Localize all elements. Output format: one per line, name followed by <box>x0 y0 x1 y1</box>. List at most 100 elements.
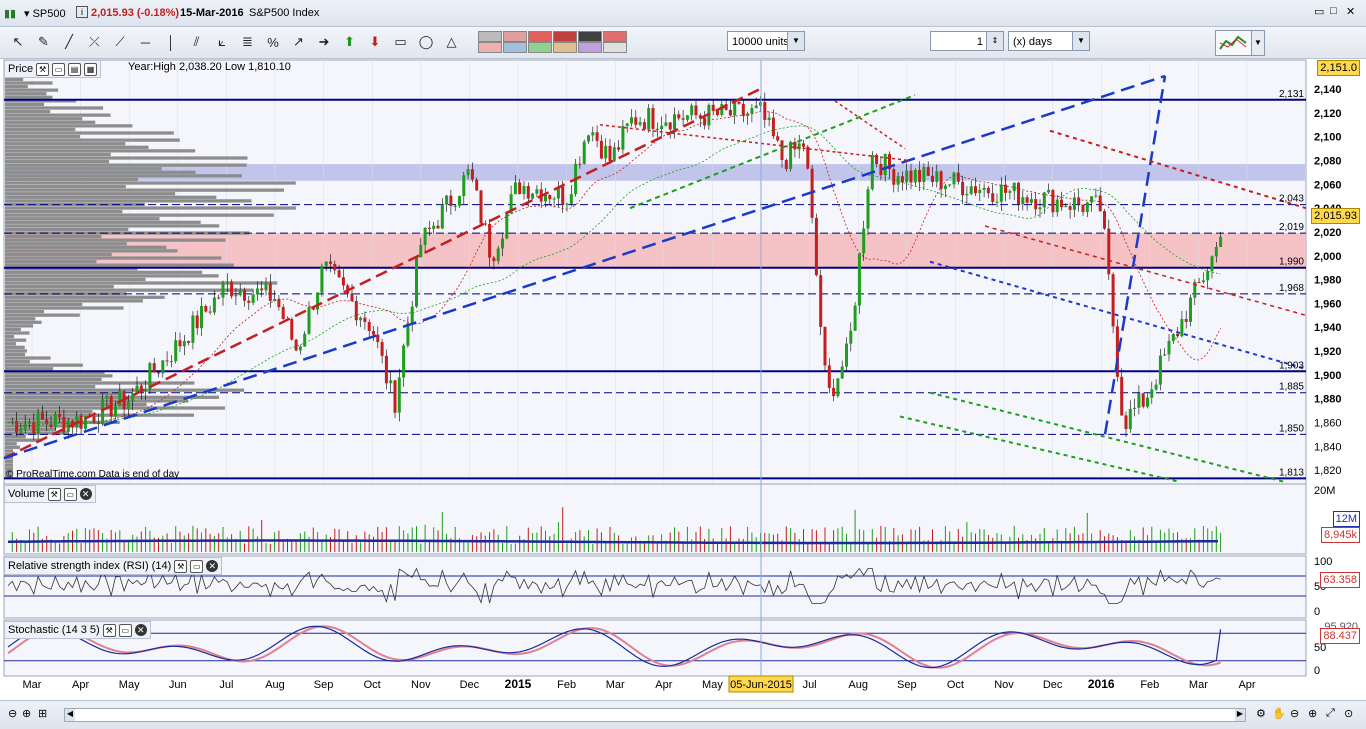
rsi-axis-tick: 100 <box>1314 556 1332 568</box>
fibonacci-percent-icon[interactable]: % <box>263 32 283 52</box>
volume-profile-bar <box>5 88 59 92</box>
window-icon[interactable]: ▭ <box>118 623 132 637</box>
indicators-button[interactable] <box>1215 30 1253 56</box>
close-icon[interactable]: ✕ <box>206 560 219 572</box>
price-axis-tick: 1,980 <box>1314 275 1342 287</box>
channel-icon[interactable]: ⫽ <box>187 32 207 52</box>
time-scrollbar[interactable]: ◀ ▶ <box>64 708 1246 722</box>
symbol-dropdown[interactable]: ▾ SP500 <box>24 7 66 20</box>
scroll-left-icon[interactable]: ◀ <box>65 709 75 721</box>
wrench-icon[interactable]: ⚒ <box>47 487 61 501</box>
minimize-icon[interactable]: ▭ <box>1314 5 1324 18</box>
line-tool-icon[interactable]: ╱ <box>59 32 79 52</box>
candle-body <box>974 186 977 194</box>
volume-profile-bar <box>5 359 30 364</box>
triangle-icon[interactable]: △ <box>442 32 462 52</box>
chart-area[interactable]: 1,820 1,840 1,860 1,880 1,900 1,920 1,940 1,960… <box>0 58 1366 700</box>
candle-body <box>298 346 302 351</box>
volume-profile-bar <box>5 377 102 382</box>
period-unit-select[interactable]: (x) days ▼ <box>1008 31 1090 51</box>
color-swatch[interactable] <box>478 42 502 53</box>
price-axis-tick: 1,900 <box>1314 370 1342 382</box>
horizontal-line-icon[interactable]: ─ <box>136 32 156 52</box>
price-axis-tick: 2,000 <box>1314 251 1342 263</box>
ellipse-icon[interactable]: ◯ <box>416 32 436 52</box>
close-icon[interactable]: ✕ <box>79 488 92 500</box>
print-icon[interactable]: ▦ <box>84 62 98 76</box>
period-input[interactable]: 1 ⇕ <box>930 31 1004 51</box>
price-panel-title: Price <box>8 63 34 75</box>
info-icon[interactable]: i <box>76 6 88 18</box>
color-swatch[interactable] <box>478 31 502 42</box>
fit-icon[interactable]: ⊞ <box>38 707 47 720</box>
pencil-icon[interactable]: ✎ <box>34 32 54 52</box>
color-swatch[interactable] <box>553 42 577 53</box>
rsi-panel-title: Relative strength index (RSI) (14) <box>8 560 172 572</box>
candle-body <box>918 169 922 183</box>
trendline-icon[interactable]: ⟋ <box>110 32 130 52</box>
volume-profile-bar <box>5 356 51 360</box>
volume-profile-bar <box>5 274 219 278</box>
arrow-up-green-icon[interactable]: ⬆ <box>340 32 360 52</box>
window-icon[interactable]: ▭ <box>52 62 66 76</box>
properties-icon[interactable]: ▤ <box>68 62 82 76</box>
symbol-label: SP500 <box>32 8 66 20</box>
magnifier-plus-icon[interactable]: ⊕ <box>1308 707 1317 720</box>
volume-profile-bar <box>5 95 53 99</box>
indicators-dropdown-icon[interactable]: ▼ <box>1251 30 1265 56</box>
color-swatch[interactable] <box>578 42 602 53</box>
candle-body <box>23 423 27 430</box>
candle-body <box>1154 384 1158 390</box>
color-swatch[interactable] <box>603 42 627 53</box>
candle-body <box>518 182 522 195</box>
magnifier-minus-icon[interactable]: ⊖ <box>1290 707 1299 720</box>
color-swatch[interactable] <box>503 31 527 42</box>
chart-icon[interactable]: ▮▮ <box>4 7 16 20</box>
settings-icon[interactable]: ⚙ <box>1256 707 1266 720</box>
units-select[interactable]: 10000 units ▼ <box>727 31 805 51</box>
window-icon[interactable]: ▭ <box>63 487 77 501</box>
window-icon[interactable]: ▭ <box>190 559 204 573</box>
hand-icon[interactable]: ✋ <box>1272 707 1286 720</box>
wrench-icon[interactable]: ⚒ <box>36 62 50 76</box>
vertical-line-icon[interactable]: │ <box>161 32 181 52</box>
candle-body <box>599 140 603 159</box>
color-swatch[interactable] <box>603 31 627 42</box>
reset-zoom-icon[interactable]: ⊙ <box>1344 707 1353 720</box>
wrench-icon[interactable]: ⚒ <box>102 623 116 637</box>
volume-profile-bar <box>5 84 28 89</box>
zoom-in-icon[interactable]: ⊕ <box>22 707 31 720</box>
close-icon[interactable]: ✕ <box>134 624 147 636</box>
candle-body <box>367 322 371 332</box>
arrows-icon[interactable]: ↗ <box>289 32 309 52</box>
color-swatch[interactable] <box>528 42 552 53</box>
fibonacci-icon[interactable]: ≣ <box>238 32 258 52</box>
color-swatch[interactable] <box>553 31 577 42</box>
volume-profile-bar <box>5 145 149 149</box>
color-swatch[interactable] <box>578 31 602 42</box>
candle-body <box>1111 274 1115 327</box>
arrow-down-red-icon[interactable]: ⬇ <box>365 32 385 52</box>
close-window-icon[interactable]: ✕ <box>1346 5 1355 18</box>
color-swatch[interactable] <box>503 42 527 53</box>
color-swatch[interactable] <box>528 31 552 42</box>
wrench-icon[interactable]: ⚒ <box>174 559 188 573</box>
candle-body <box>1034 199 1038 210</box>
volume-profile-bar <box>5 181 296 185</box>
stoch-last-tag: 88.437 <box>1320 628 1360 644</box>
volume-profile-bar <box>5 127 76 132</box>
maximize-icon[interactable]: □ <box>1330 5 1337 17</box>
cursor-icon[interactable]: ↖ <box>8 32 28 52</box>
volume-profile-bar <box>5 320 42 324</box>
arrow-right-icon[interactable]: ➜ <box>314 32 334 52</box>
volume-profile-bar <box>5 152 111 157</box>
candle-body <box>866 189 870 229</box>
candle-body <box>935 171 939 182</box>
expand-icon[interactable]: ⤢ <box>1326 707 1335 720</box>
scroll-right-icon[interactable]: ▶ <box>1235 709 1245 721</box>
candle-body <box>1197 281 1201 283</box>
zoom-out-icon[interactable]: ⊖ <box>8 707 17 720</box>
fan-icon[interactable]: ⟀ <box>212 32 232 52</box>
rectangle-icon[interactable]: ▭ <box>391 32 411 52</box>
cross-line-icon[interactable]: ⤫ <box>85 32 105 52</box>
